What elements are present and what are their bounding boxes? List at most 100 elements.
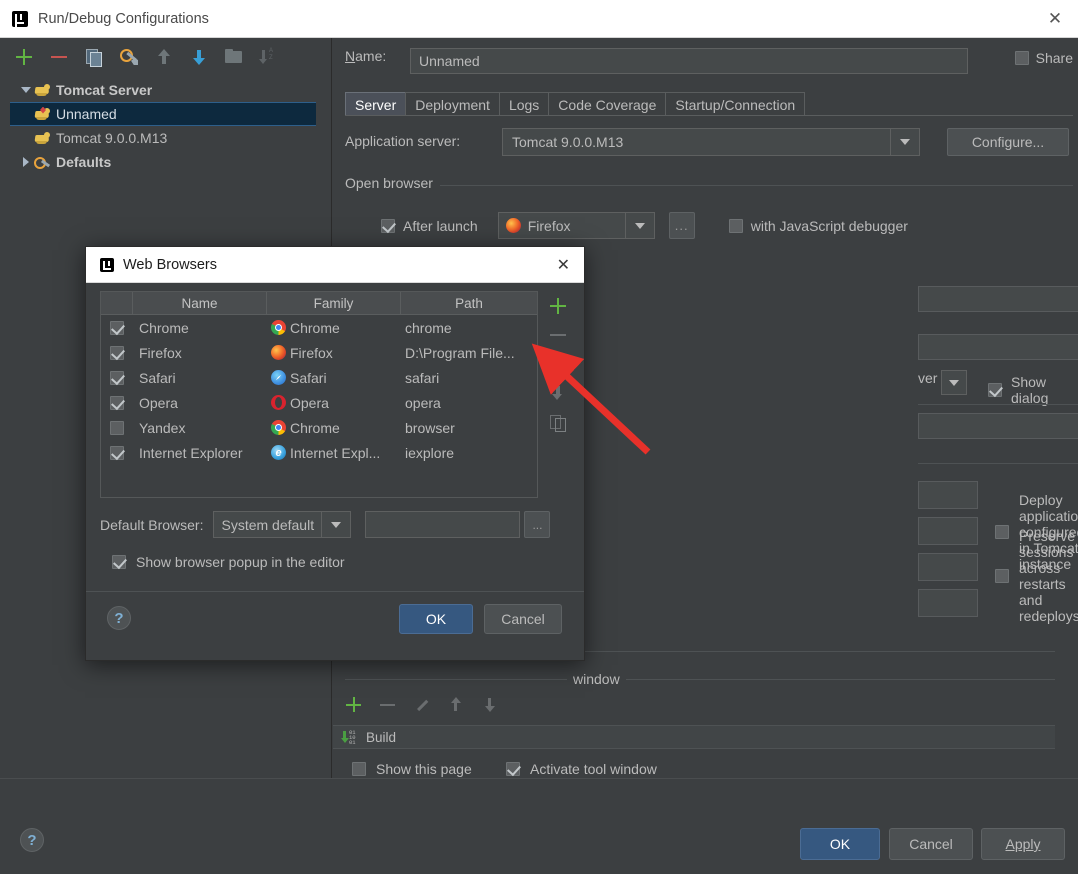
pencil-icon[interactable] [413,696,431,714]
default-browser-select[interactable]: System default [213,511,352,538]
intellij-logo-icon [100,257,114,272]
row-checkbox-cell[interactable] [101,320,133,335]
arrow-down-icon[interactable] [481,696,499,714]
table-row[interactable]: Internet Explorer Internet Expl... iexpl… [101,440,537,465]
cancel-button[interactable]: Cancel [484,604,562,634]
row-checkbox-cell[interactable] [101,370,133,385]
row-checkbox[interactable] [110,370,124,385]
application-server-select[interactable]: Tomcat 9.0.0.M13 [502,128,920,156]
share-checkbox[interactable] [1014,51,1029,65]
occluded-text-field-1[interactable] [918,286,1078,312]
table-row[interactable]: Opera Opera opera [101,390,537,415]
row-checkbox[interactable] [110,395,124,410]
occluded-text-field-2[interactable] [918,334,1078,360]
column-header-name[interactable]: Name [133,292,267,314]
browse-browser-button[interactable]: ... [668,212,695,239]
show-browser-popup-checkbox[interactable] [112,555,126,569]
dialog-divider [86,591,584,592]
tree-node-tomcat-server[interactable]: Tomcat Server [14,78,320,102]
apply-button[interactable]: Apply [981,828,1065,860]
default-browser-browse-button[interactable]: ... [524,511,551,538]
occluded-select-3[interactable] [918,413,1078,439]
copy-icon[interactable] [84,47,104,67]
row-family: Internet Expl... [290,444,381,461]
tab-deployment[interactable]: Deployment [405,92,500,116]
close-icon[interactable]: ✕ [557,255,570,275]
arrow-up-icon[interactable] [447,696,465,714]
occluded-mini-field-2[interactable] [918,517,978,545]
show-dialog-row: Show dialog [988,374,1078,406]
tree-node-unnamed[interactable]: Unnamed [10,102,316,126]
copy-icon[interactable] [549,413,567,432]
configure-button[interactable]: Configure... [947,128,1069,156]
column-header-checkbox[interactable] [101,292,133,314]
ok-button[interactable]: OK [399,604,473,634]
name-input[interactable]: Unnamed [410,48,968,74]
show-dialog-checkbox[interactable] [988,383,1002,397]
after-launch-checkbox[interactable] [381,218,395,233]
js-debugger-checkbox[interactable] [728,218,743,233]
tomcat-error-icon [34,106,51,122]
cancel-button[interactable]: Cancel [889,828,973,860]
tree-node-defaults[interactable]: Defaults [14,150,320,174]
before-launch-task-row[interactable]: 01 10 01 Build [333,725,1055,749]
preserve-sessions-checkbox[interactable] [995,569,1009,583]
chevron-down-icon[interactable] [18,87,34,93]
web-browsers-title: Web Browsers [123,256,218,273]
row-checkbox-cell[interactable] [101,345,133,360]
wrench-icon[interactable] [119,47,139,67]
row-checkbox[interactable] [110,345,124,360]
row-checkbox[interactable] [110,320,124,335]
occluded-combo-arrow[interactable] [941,370,967,395]
occluded-mini-field-4[interactable] [918,589,978,617]
minus-icon[interactable] [549,326,567,344]
ok-button[interactable]: OK [800,828,880,860]
chevron-right-icon[interactable] [18,157,34,167]
before-launch-divider [345,679,1055,680]
help-button[interactable]: ? [107,606,131,630]
minus-icon[interactable] [49,47,69,67]
table-row[interactable]: Yandex Chrome browser [101,415,537,440]
row-checkbox[interactable] [110,420,124,435]
table-row[interactable]: Safari Safari safari [101,365,537,390]
activate-tool-window-checkbox[interactable] [506,762,520,776]
tab-server[interactable]: Server [345,92,407,116]
table-row[interactable]: Firefox Firefox D:\Program File... [101,340,537,365]
arrow-up-icon[interactable] [549,355,567,373]
chevron-down-icon[interactable] [624,213,654,238]
chevron-down-icon[interactable] [890,129,919,155]
default-browser-path-input[interactable] [365,511,521,538]
sort-icon[interactable]: AZ [259,47,279,67]
column-header-path[interactable]: Path [401,292,537,314]
arrow-up-icon[interactable] [154,47,174,67]
plus-icon[interactable] [345,696,363,714]
occluded-mini-field-3[interactable] [918,553,978,581]
row-checkbox[interactable] [110,445,124,460]
tree-node-tomcat-9[interactable]: Tomcat 9.0.0.M13 [14,126,320,150]
help-button[interactable]: ? [20,828,44,852]
row-checkbox-cell[interactable] [101,420,133,435]
arrow-down-icon[interactable] [189,47,209,67]
row-checkbox-cell[interactable] [101,395,133,410]
plus-icon[interactable] [549,297,567,315]
activate-tool-window-label: Activate tool window [530,761,657,777]
share-checkbox-row[interactable]: Share [1014,50,1073,66]
occluded-mini-field-1[interactable] [918,481,978,509]
row-name: Internet Explorer [139,444,243,461]
table-row[interactable]: Chrome Chrome chrome [101,315,537,340]
minus-icon[interactable] [379,696,397,714]
tab-startup-connection[interactable]: Startup/Connection [665,92,806,116]
tab-code-coverage[interactable]: Code Coverage [548,92,667,116]
arrow-down-icon[interactable] [549,384,567,402]
plus-icon[interactable] [14,47,34,67]
browser-select[interactable]: Firefox [497,212,655,239]
folder-icon[interactable] [224,47,244,67]
row-checkbox-cell[interactable] [101,445,133,460]
before-launch-toolbar [345,696,499,714]
intellij-logo-icon [12,10,28,27]
tab-logs[interactable]: Logs [498,92,550,116]
column-header-family[interactable]: Family [267,292,401,314]
chevron-down-icon[interactable] [321,512,350,537]
show-this-page-checkbox[interactable] [352,762,366,776]
close-icon[interactable]: ✕ [1032,0,1078,37]
